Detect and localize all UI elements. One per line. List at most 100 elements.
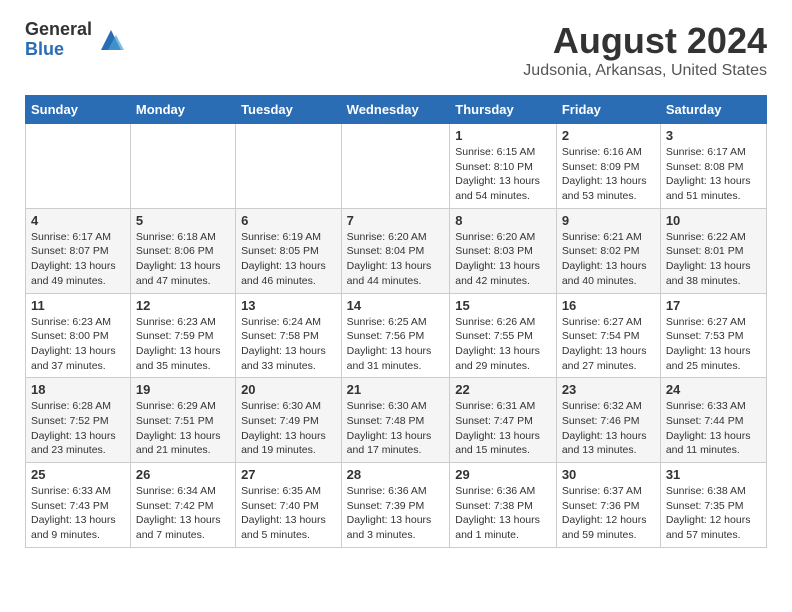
title-area: August 2024 Judsonia, Arkansas, United S…	[523, 20, 767, 80]
day-info: Sunrise: 6:31 AM Sunset: 7:47 PM Dayligh…	[455, 399, 551, 458]
logo-text: General Blue	[25, 20, 92, 60]
day-info: Sunrise: 6:36 AM Sunset: 7:38 PM Dayligh…	[455, 484, 551, 543]
header-row: Sunday Monday Tuesday Wednesday Thursday…	[26, 96, 767, 124]
calendar-cell	[341, 124, 450, 209]
day-number: 6	[241, 213, 336, 228]
calendar-cell: 23 Sunrise: 6:32 AM Sunset: 7:46 PM Dayli…	[556, 378, 660, 463]
day-number: 31	[666, 467, 761, 482]
calendar-cell: 5 Sunrise: 6:18 AM Sunset: 8:06 PM Daylig…	[130, 208, 235, 293]
day-number: 13	[241, 298, 336, 313]
day-number: 1	[455, 128, 551, 143]
day-info: Sunrise: 6:19 AM Sunset: 8:05 PM Dayligh…	[241, 230, 336, 289]
calendar-header: Sunday Monday Tuesday Wednesday Thursday…	[26, 96, 767, 124]
calendar-cell: 8Sunrise: 6:20 AM Sunset: 8:03 PM Daylig…	[450, 208, 557, 293]
calendar-cell: 10Sunrise: 6:22 AM Sunset: 8:01 PM Dayli…	[660, 208, 766, 293]
day-number: 26	[136, 467, 230, 482]
calendar-cell: 13 Sunrise: 6:24 AM Sunset: 7:58 PM Dayli…	[236, 293, 342, 378]
calendar-cell	[130, 124, 235, 209]
calendar-cell	[26, 124, 131, 209]
day-info: Sunrise: 6:37 AM Sunset: 7:36 PM Dayligh…	[562, 484, 655, 543]
calendar-cell: 18 Sunrise: 6:28 AM Sunset: 7:52 PM Dayli…	[26, 378, 131, 463]
day-info: Sunrise: 6:33 AM Sunset: 7:43 PM Dayligh…	[31, 484, 125, 543]
day-number: 30	[562, 467, 655, 482]
day-number: 24	[666, 382, 761, 397]
col-monday: Monday	[130, 96, 235, 124]
calendar-cell: 2 Sunrise: 6:16 AM Sunset: 8:09 PM Daylig…	[556, 124, 660, 209]
day-number: 18	[31, 382, 125, 397]
calendar-cell: 14 Sunrise: 6:25 AM Sunset: 7:56 PM Dayli…	[341, 293, 450, 378]
calendar-week-2: 11Sunrise: 6:23 AM Sunset: 8:00 PM Dayli…	[26, 293, 767, 378]
day-number: 3	[666, 128, 761, 143]
day-info: Sunrise: 6:18 AM Sunset: 8:06 PM Dayligh…	[136, 230, 230, 289]
col-saturday: Saturday	[660, 96, 766, 124]
calendar-cell	[236, 124, 342, 209]
day-info: Sunrise: 6:20 AM Sunset: 8:04 PM Dayligh…	[347, 230, 445, 289]
day-number: 2	[562, 128, 655, 143]
day-info: Sunrise: 6:25 AM Sunset: 7:56 PM Dayligh…	[347, 315, 445, 374]
day-number: 10	[666, 213, 761, 228]
day-info: Sunrise: 6:36 AM Sunset: 7:39 PM Dayligh…	[347, 484, 445, 543]
calendar-week-4: 25 Sunrise: 6:33 AM Sunset: 7:43 PM Dayli…	[26, 463, 767, 548]
calendar-cell: 4Sunrise: 6:17 AM Sunset: 8:07 PM Daylig…	[26, 208, 131, 293]
day-info: Sunrise: 6:27 AM Sunset: 7:54 PM Dayligh…	[562, 315, 655, 374]
day-number: 28	[347, 467, 445, 482]
day-info: Sunrise: 6:16 AM Sunset: 8:09 PM Dayligh…	[562, 145, 655, 204]
day-number: 15	[455, 298, 551, 313]
logo-icon	[96, 25, 126, 55]
day-number: 12	[136, 298, 230, 313]
calendar-cell: 16Sunrise: 6:27 AM Sunset: 7:54 PM Dayli…	[556, 293, 660, 378]
calendar-cell: 21Sunrise: 6:30 AM Sunset: 7:48 PM Dayli…	[341, 378, 450, 463]
day-info: Sunrise: 6:15 AM Sunset: 8:10 PM Dayligh…	[455, 145, 551, 204]
calendar-cell: 29Sunrise: 6:36 AM Sunset: 7:38 PM Dayli…	[450, 463, 557, 548]
calendar-cell: 27 Sunrise: 6:35 AM Sunset: 7:40 PM Dayli…	[236, 463, 342, 548]
col-thursday: Thursday	[450, 96, 557, 124]
calendar-table: Sunday Monday Tuesday Wednesday Thursday…	[25, 95, 767, 548]
location: Judsonia, Arkansas, United States	[523, 62, 767, 80]
day-number: 5	[136, 213, 230, 228]
day-info: Sunrise: 6:34 AM Sunset: 7:42 PM Dayligh…	[136, 484, 230, 543]
calendar-cell: 7Sunrise: 6:20 AM Sunset: 8:04 PM Daylig…	[341, 208, 450, 293]
day-info: Sunrise: 6:33 AM Sunset: 7:44 PM Dayligh…	[666, 399, 761, 458]
calendar-cell: 12 Sunrise: 6:23 AM Sunset: 7:59 PM Dayli…	[130, 293, 235, 378]
calendar-week-0: 1 Sunrise: 6:15 AM Sunset: 8:10 PM Daylig…	[26, 124, 767, 209]
col-wednesday: Wednesday	[341, 96, 450, 124]
day-number: 14	[347, 298, 445, 313]
day-info: Sunrise: 6:28 AM Sunset: 7:52 PM Dayligh…	[31, 399, 125, 458]
day-number: 9	[562, 213, 655, 228]
calendar-cell: 9Sunrise: 6:21 AM Sunset: 8:02 PM Daylig…	[556, 208, 660, 293]
day-number: 8	[455, 213, 551, 228]
day-number: 11	[31, 298, 125, 313]
month-title: August 2024	[523, 20, 767, 62]
day-info: Sunrise: 6:17 AM Sunset: 8:08 PM Dayligh…	[666, 145, 761, 204]
day-info: Sunrise: 6:17 AM Sunset: 8:07 PM Dayligh…	[31, 230, 125, 289]
calendar-cell: 22 Sunrise: 6:31 AM Sunset: 7:47 PM Dayli…	[450, 378, 557, 463]
day-number: 25	[31, 467, 125, 482]
day-info: Sunrise: 6:35 AM Sunset: 7:40 PM Dayligh…	[241, 484, 336, 543]
day-number: 17	[666, 298, 761, 313]
day-info: Sunrise: 6:23 AM Sunset: 7:59 PM Dayligh…	[136, 315, 230, 374]
day-info: Sunrise: 6:32 AM Sunset: 7:46 PM Dayligh…	[562, 399, 655, 458]
calendar-week-1: 4Sunrise: 6:17 AM Sunset: 8:07 PM Daylig…	[26, 208, 767, 293]
logo-blue: Blue	[25, 40, 92, 60]
calendar-cell: 17 Sunrise: 6:27 AM Sunset: 7:53 PM Dayli…	[660, 293, 766, 378]
calendar-cell: 26 Sunrise: 6:34 AM Sunset: 7:42 PM Dayli…	[130, 463, 235, 548]
calendar-week-3: 18 Sunrise: 6:28 AM Sunset: 7:52 PM Dayli…	[26, 378, 767, 463]
day-number: 23	[562, 382, 655, 397]
calendar-cell: 15Sunrise: 6:26 AM Sunset: 7:55 PM Dayli…	[450, 293, 557, 378]
calendar-cell: 20Sunrise: 6:30 AM Sunset: 7:49 PM Dayli…	[236, 378, 342, 463]
day-number: 19	[136, 382, 230, 397]
calendar-cell: 24 Sunrise: 6:33 AM Sunset: 7:44 PM Dayli…	[660, 378, 766, 463]
calendar-cell: 31 Sunrise: 6:38 AM Sunset: 7:35 PM Dayli…	[660, 463, 766, 548]
calendar-cell: 28 Sunrise: 6:36 AM Sunset: 7:39 PM Dayli…	[341, 463, 450, 548]
calendar-cell: 6 Sunrise: 6:19 AM Sunset: 8:05 PM Daylig…	[236, 208, 342, 293]
calendar-cell: 30 Sunrise: 6:37 AM Sunset: 7:36 PM Dayli…	[556, 463, 660, 548]
calendar-cell: 19Sunrise: 6:29 AM Sunset: 7:51 PM Dayli…	[130, 378, 235, 463]
logo-general: General	[25, 20, 92, 40]
day-info: Sunrise: 6:27 AM Sunset: 7:53 PM Dayligh…	[666, 315, 761, 374]
day-number: 22	[455, 382, 551, 397]
col-sunday: Sunday	[26, 96, 131, 124]
day-number: 27	[241, 467, 336, 482]
day-number: 20	[241, 382, 336, 397]
day-info: Sunrise: 6:38 AM Sunset: 7:35 PM Dayligh…	[666, 484, 761, 543]
day-info: Sunrise: 6:24 AM Sunset: 7:58 PM Dayligh…	[241, 315, 336, 374]
